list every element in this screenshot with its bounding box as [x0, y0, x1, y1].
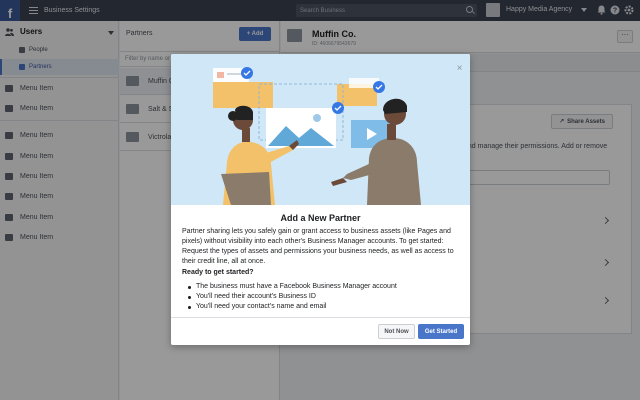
dialog-footer: Not Now Get Started: [171, 317, 470, 345]
partner-illustration: ×: [171, 54, 470, 205]
list-item: You'll need their account's Business ID: [187, 292, 457, 302]
add-partner-dialog: × Add a New Partner Partner sharing lets…: [171, 54, 470, 345]
get-started-button[interactable]: Get Started: [418, 324, 464, 339]
dialog-title: Add a New Partner: [280, 213, 361, 223]
not-now-button[interactable]: Not Now: [378, 324, 415, 339]
list-item: The business must have a Facebook Busine…: [187, 282, 457, 292]
dialog-description: Partner sharing lets you safely gain or …: [182, 228, 454, 265]
ready-heading: Ready to get started?: [182, 269, 254, 276]
close-icon[interactable]: ×: [455, 64, 464, 74]
list-item: You'll need your contact's name and emai…: [187, 302, 457, 312]
requirements-list: The business must have a Facebook Busine…: [187, 282, 457, 312]
